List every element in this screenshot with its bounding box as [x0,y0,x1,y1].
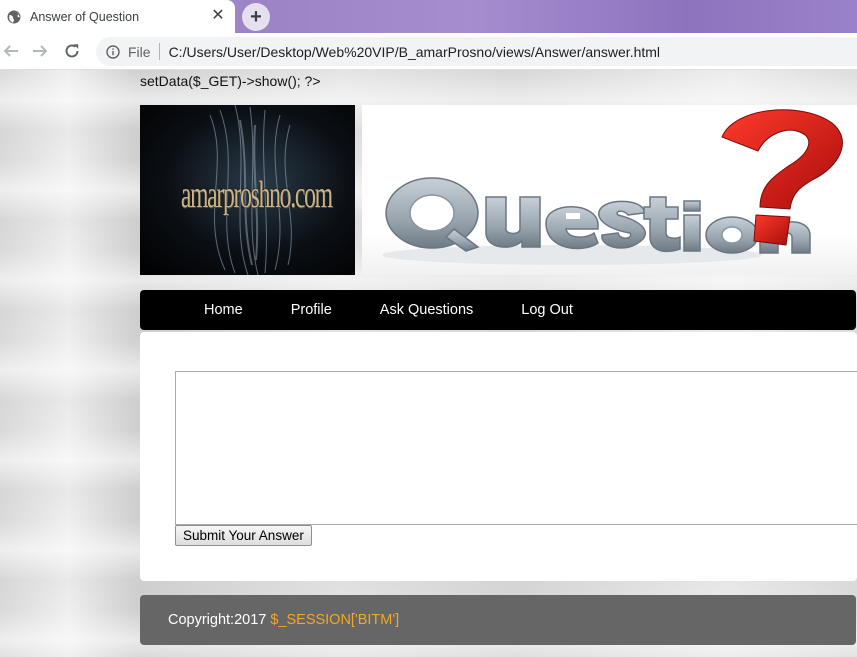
nav-item-ask-questions[interactable]: Ask Questions [356,302,498,318]
scheme-label: File [128,43,151,60]
reload-icon [65,44,79,58]
info-icon[interactable] [106,44,120,59]
question-banner-graphic [382,109,843,265]
browser-toolbar: File C:/Users/User/Desktop/Web%20VIP/B_a… [0,33,857,70]
footer-session-var: $_SESSION['BITM'] [270,612,400,628]
question-banner-image [362,105,857,275]
globe-icon [7,10,21,23]
reload-button[interactable] [61,40,83,62]
main-nav: Home Profile Ask Questions Log Out [140,290,856,330]
nav-item-log-out[interactable]: Log Out [497,302,597,318]
answer-textarea[interactable] [175,371,857,525]
submit-answer-button[interactable]: Submit Your Answer [175,525,312,546]
nav-item-profile[interactable]: Profile [267,302,356,318]
php-leak-text: setData($_GET)->show(); ?> [140,73,321,89]
forward-arrow-icon [33,45,48,57]
new-tab-button[interactable]: + [242,3,270,31]
address-bar[interactable]: File C:/Users/User/Desktop/Web%20VIP/B_a… [96,37,857,66]
logo-text: amarproshno.com [180,174,333,216]
footer-copyright: Copyright:2017 [168,612,267,628]
nav-item-home[interactable]: Home [180,302,267,318]
forward-button[interactable] [29,40,51,62]
answer-form-panel: Submit Your Answer [140,332,857,581]
close-tab-icon[interactable]: ✕ [210,8,226,24]
tab-strip: Answer of Question ✕ + [0,0,857,33]
omnibox-divider [158,43,160,60]
active-tab[interactable]: Answer of Question ✕ [0,0,235,33]
page-footer: Copyright:2017 $_SESSION['BITM'] [140,595,856,645]
url-text[interactable]: C:/Users/User/Desktop/Web%20VIP/B_amarPr… [169,44,660,60]
back-arrow-icon [3,45,18,57]
page-viewport: setData($_GET)->show(); ?> amarproshno.c… [0,70,857,657]
back-button[interactable] [0,40,22,62]
site-logo-banner: amarproshno.com [140,105,355,275]
tab-title: Answer of Question [30,9,140,24]
